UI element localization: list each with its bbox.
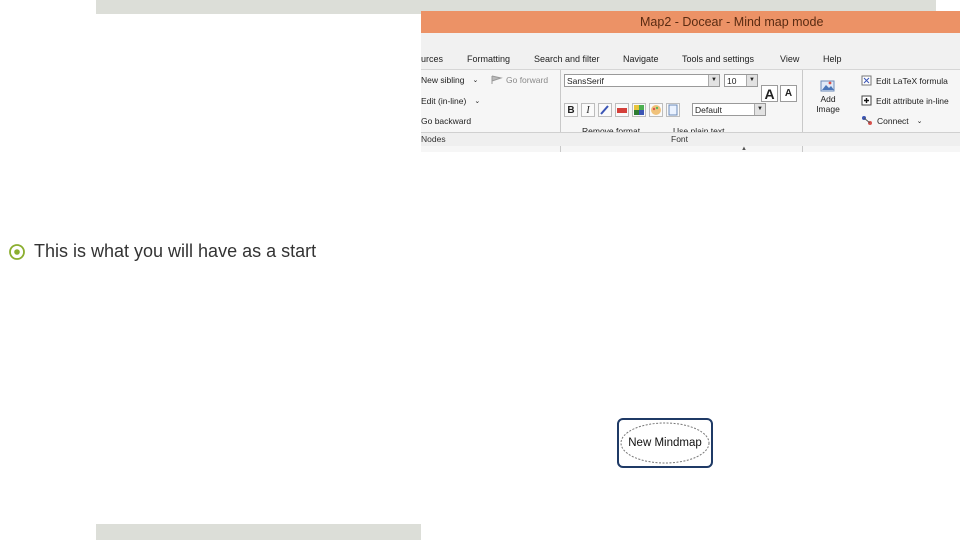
go-backward-label: Go backward bbox=[421, 116, 472, 126]
connect-button[interactable]: Connect ⌄ bbox=[861, 115, 923, 126]
add-image-button[interactable]: Add Image bbox=[807, 78, 849, 114]
style-select[interactable]: Default ▼ bbox=[692, 103, 766, 116]
latex-icon bbox=[861, 75, 872, 86]
connect-icon bbox=[862, 116, 872, 125]
tab-view[interactable]: View bbox=[780, 54, 799, 64]
chevron-down-icon: ⌄ bbox=[916, 117, 923, 125]
palette-button[interactable] bbox=[649, 103, 663, 117]
grow-font-label: A bbox=[764, 86, 775, 102]
italic-label: I bbox=[586, 105, 590, 116]
edit-attribute-label: Edit attribute in-line bbox=[876, 95, 949, 106]
window-titlebar: Map2 - Docear - Mind map mode bbox=[421, 11, 960, 33]
font-size-value: 10 bbox=[727, 76, 737, 86]
font-name-value: SansSerif bbox=[567, 76, 604, 86]
tab-help[interactable]: Help bbox=[823, 54, 842, 64]
mindmap-root-node[interactable]: New Mindmap bbox=[617, 418, 713, 468]
flag-icon bbox=[491, 75, 503, 84]
new-sibling-label: New sibling bbox=[421, 75, 465, 85]
edit-attribute-button[interactable]: Edit attribute in-line bbox=[861, 95, 949, 106]
dropdown-arrow-icon: ▼ bbox=[708, 75, 719, 86]
tab-formatting[interactable]: Formatting bbox=[467, 54, 510, 64]
grow-font-button[interactable]: A bbox=[761, 85, 778, 102]
chevron-down-icon: ⌄ bbox=[472, 77, 479, 84]
nodes-group-label: Nodes bbox=[421, 134, 446, 144]
color-grid-icon bbox=[634, 105, 644, 115]
edit-inline-label: Edit (in-line) bbox=[421, 96, 467, 106]
edit-latex-label: Edit LaTeX formula bbox=[876, 75, 948, 86]
pen-icon bbox=[600, 105, 609, 115]
palette-icon bbox=[651, 105, 661, 115]
connect-label: Connect bbox=[877, 115, 909, 126]
circle-target-icon bbox=[9, 243, 25, 260]
dropdown-arrow-icon: ▼ bbox=[746, 75, 757, 86]
ribbon-tabs: urces Formatting Search and filter Navig… bbox=[421, 53, 960, 67]
add-image-label-2: Image bbox=[816, 104, 840, 114]
group-label-bar bbox=[421, 132, 960, 146]
highlight-icon bbox=[617, 108, 627, 113]
new-sibling-button[interactable]: New sibling ⌄ bbox=[421, 75, 478, 85]
add-image-label-1: Add bbox=[820, 94, 836, 104]
mindmap-root-label: New Mindmap bbox=[628, 437, 702, 449]
image-icon bbox=[820, 80, 835, 92]
edit-inline-button[interactable]: Edit (in-line) ⌄ bbox=[421, 96, 480, 106]
bullet-text: This is what you will have as a start bbox=[34, 241, 317, 261]
bold-button[interactable]: B bbox=[564, 103, 578, 117]
collapse-ribbon-icon[interactable]: ▲ bbox=[741, 146, 747, 152]
tab-search-filter[interactable]: Search and filter bbox=[534, 54, 600, 64]
bottom-decor-band bbox=[96, 524, 421, 540]
font-group-label: Font bbox=[671, 134, 689, 144]
tab-navigate[interactable]: Navigate bbox=[623, 54, 659, 64]
tab-tools-settings[interactable]: Tools and settings bbox=[682, 54, 754, 64]
app-screenshot: Map2 - Docear - Mind map mode urces Form… bbox=[421, 11, 960, 152]
highlight-button[interactable] bbox=[615, 103, 629, 117]
edit-latex-button[interactable]: Edit LaTeX formula bbox=[861, 75, 948, 86]
window-title: Map2 - Docear - Mind map mode bbox=[640, 15, 824, 29]
chevron-down-icon: ⌄ bbox=[474, 98, 481, 105]
shrink-font-label: A bbox=[784, 88, 793, 99]
color-fill-button[interactable] bbox=[632, 103, 646, 117]
bold-label: B bbox=[567, 105, 575, 116]
go-forward-label: Go forward bbox=[506, 75, 549, 85]
tab-resources[interactable]: urces bbox=[421, 54, 443, 64]
add-attribute-icon bbox=[861, 95, 872, 106]
format-page-button[interactable] bbox=[666, 103, 680, 117]
go-forward-button[interactable]: Go forward bbox=[491, 75, 548, 85]
shrink-font-button[interactable]: A bbox=[780, 85, 797, 102]
dropdown-arrow-icon: ▼ bbox=[754, 104, 765, 115]
font-name-select[interactable]: SansSerif ▼ bbox=[564, 74, 720, 87]
italic-button[interactable]: I bbox=[581, 103, 595, 117]
style-value: Default bbox=[695, 105, 722, 115]
ribbon: New sibling ⌄ Go forward Edit (in-line) … bbox=[421, 69, 960, 152]
go-backward-button[interactable]: Go backward bbox=[421, 116, 471, 126]
bullet-item: This is what you will have as a start bbox=[8, 241, 316, 262]
page-icon bbox=[668, 104, 678, 116]
pen-icon-button[interactable] bbox=[598, 103, 612, 117]
font-size-select[interactable]: 10 ▼ bbox=[724, 74, 758, 87]
